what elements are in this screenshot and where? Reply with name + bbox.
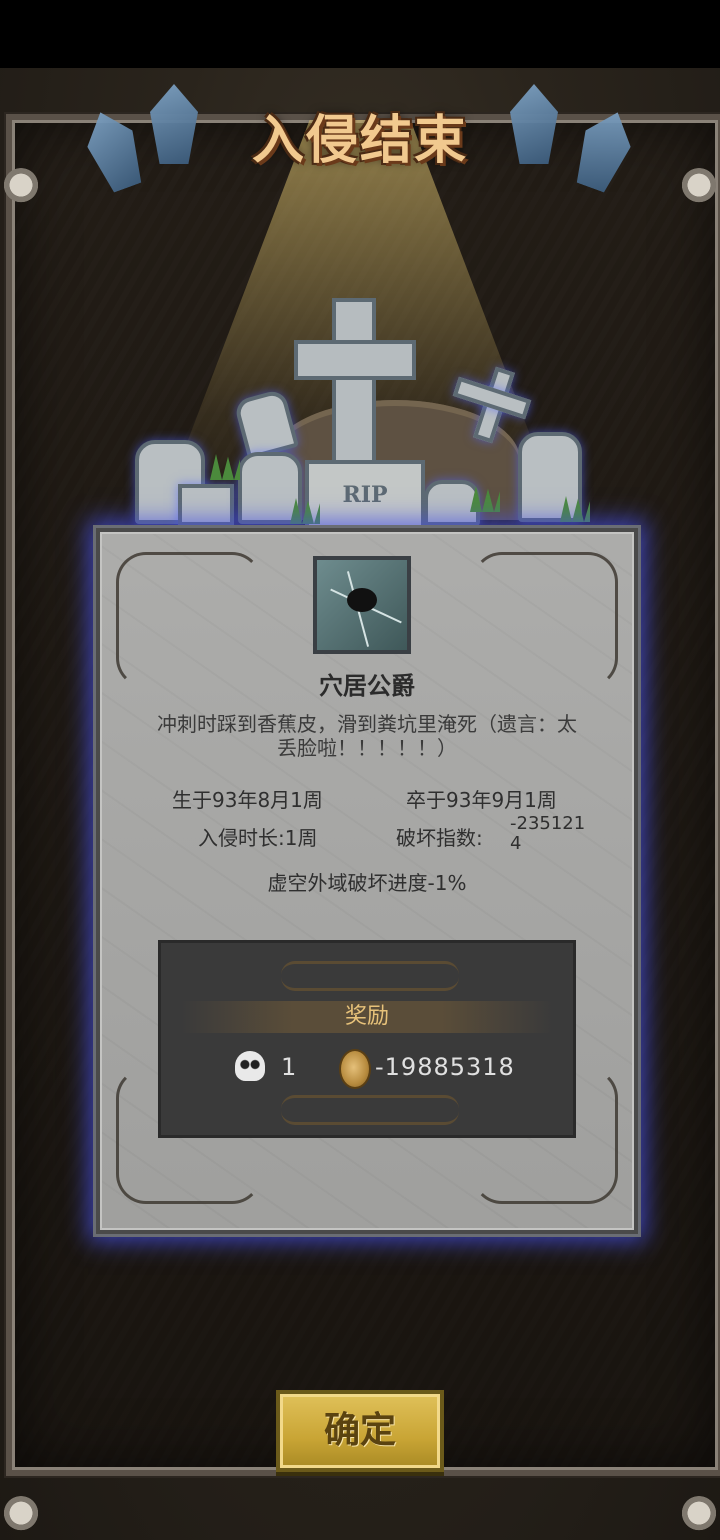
tombstone: [238, 452, 302, 524]
invasion-duration: 入侵时长:1周: [198, 826, 318, 850]
horned-skull-icon: [235, 1051, 265, 1081]
tombstone: [178, 484, 234, 526]
void-progress: 虚空外域破坏进度-1%: [267, 871, 467, 895]
epitaph-panel: 穴居公爵 冲刺时踩到香蕉皮，滑到粪坑里淹死（遗言：太丢脸啦！！！！！） 生于93…: [96, 528, 638, 1234]
reward-ornament-top: [281, 961, 459, 991]
damage-index-label: 破坏指数:: [396, 826, 483, 850]
skull-count: 1: [281, 1053, 297, 1081]
coin-amount: -19885318: [375, 1053, 515, 1081]
gold-coin-icon: [339, 1049, 371, 1089]
tombstone: [518, 432, 582, 522]
damage-index-value: -2351214: [510, 813, 586, 854]
skull-corner-bottom-left: [2, 1496, 40, 1534]
hero-portrait: [313, 556, 411, 654]
skull-corner-bottom-right: [680, 1496, 718, 1534]
tombstone: [424, 480, 480, 526]
skull-corner-top-left: [2, 168, 40, 206]
confirm-button[interactable]: 确定: [276, 1390, 444, 1472]
hero-name: 穴居公爵: [319, 672, 415, 700]
died-date: 卒于93年9月1周: [406, 788, 557, 812]
reward-row: 1 -19885318: [161, 1047, 579, 1089]
reward-header: 奖励: [181, 1001, 553, 1033]
large-cross-arm: [294, 340, 416, 380]
status-bar: [0, 0, 720, 68]
skull-corner-top-right: [680, 168, 718, 206]
spider-icon: [347, 588, 377, 612]
born-date: 生于93年8月1周: [172, 788, 323, 812]
reward-box: 奖励 1 -19885318: [158, 940, 576, 1138]
reward-ornament-bottom: [281, 1095, 459, 1125]
death-description: 冲刺时踩到香蕉皮，滑到粪坑里淹死（遗言：太丢脸啦！！！！！）: [157, 712, 577, 760]
rip-tombstone: RIP: [305, 460, 425, 530]
screen-title: 入侵结束: [251, 111, 468, 171]
